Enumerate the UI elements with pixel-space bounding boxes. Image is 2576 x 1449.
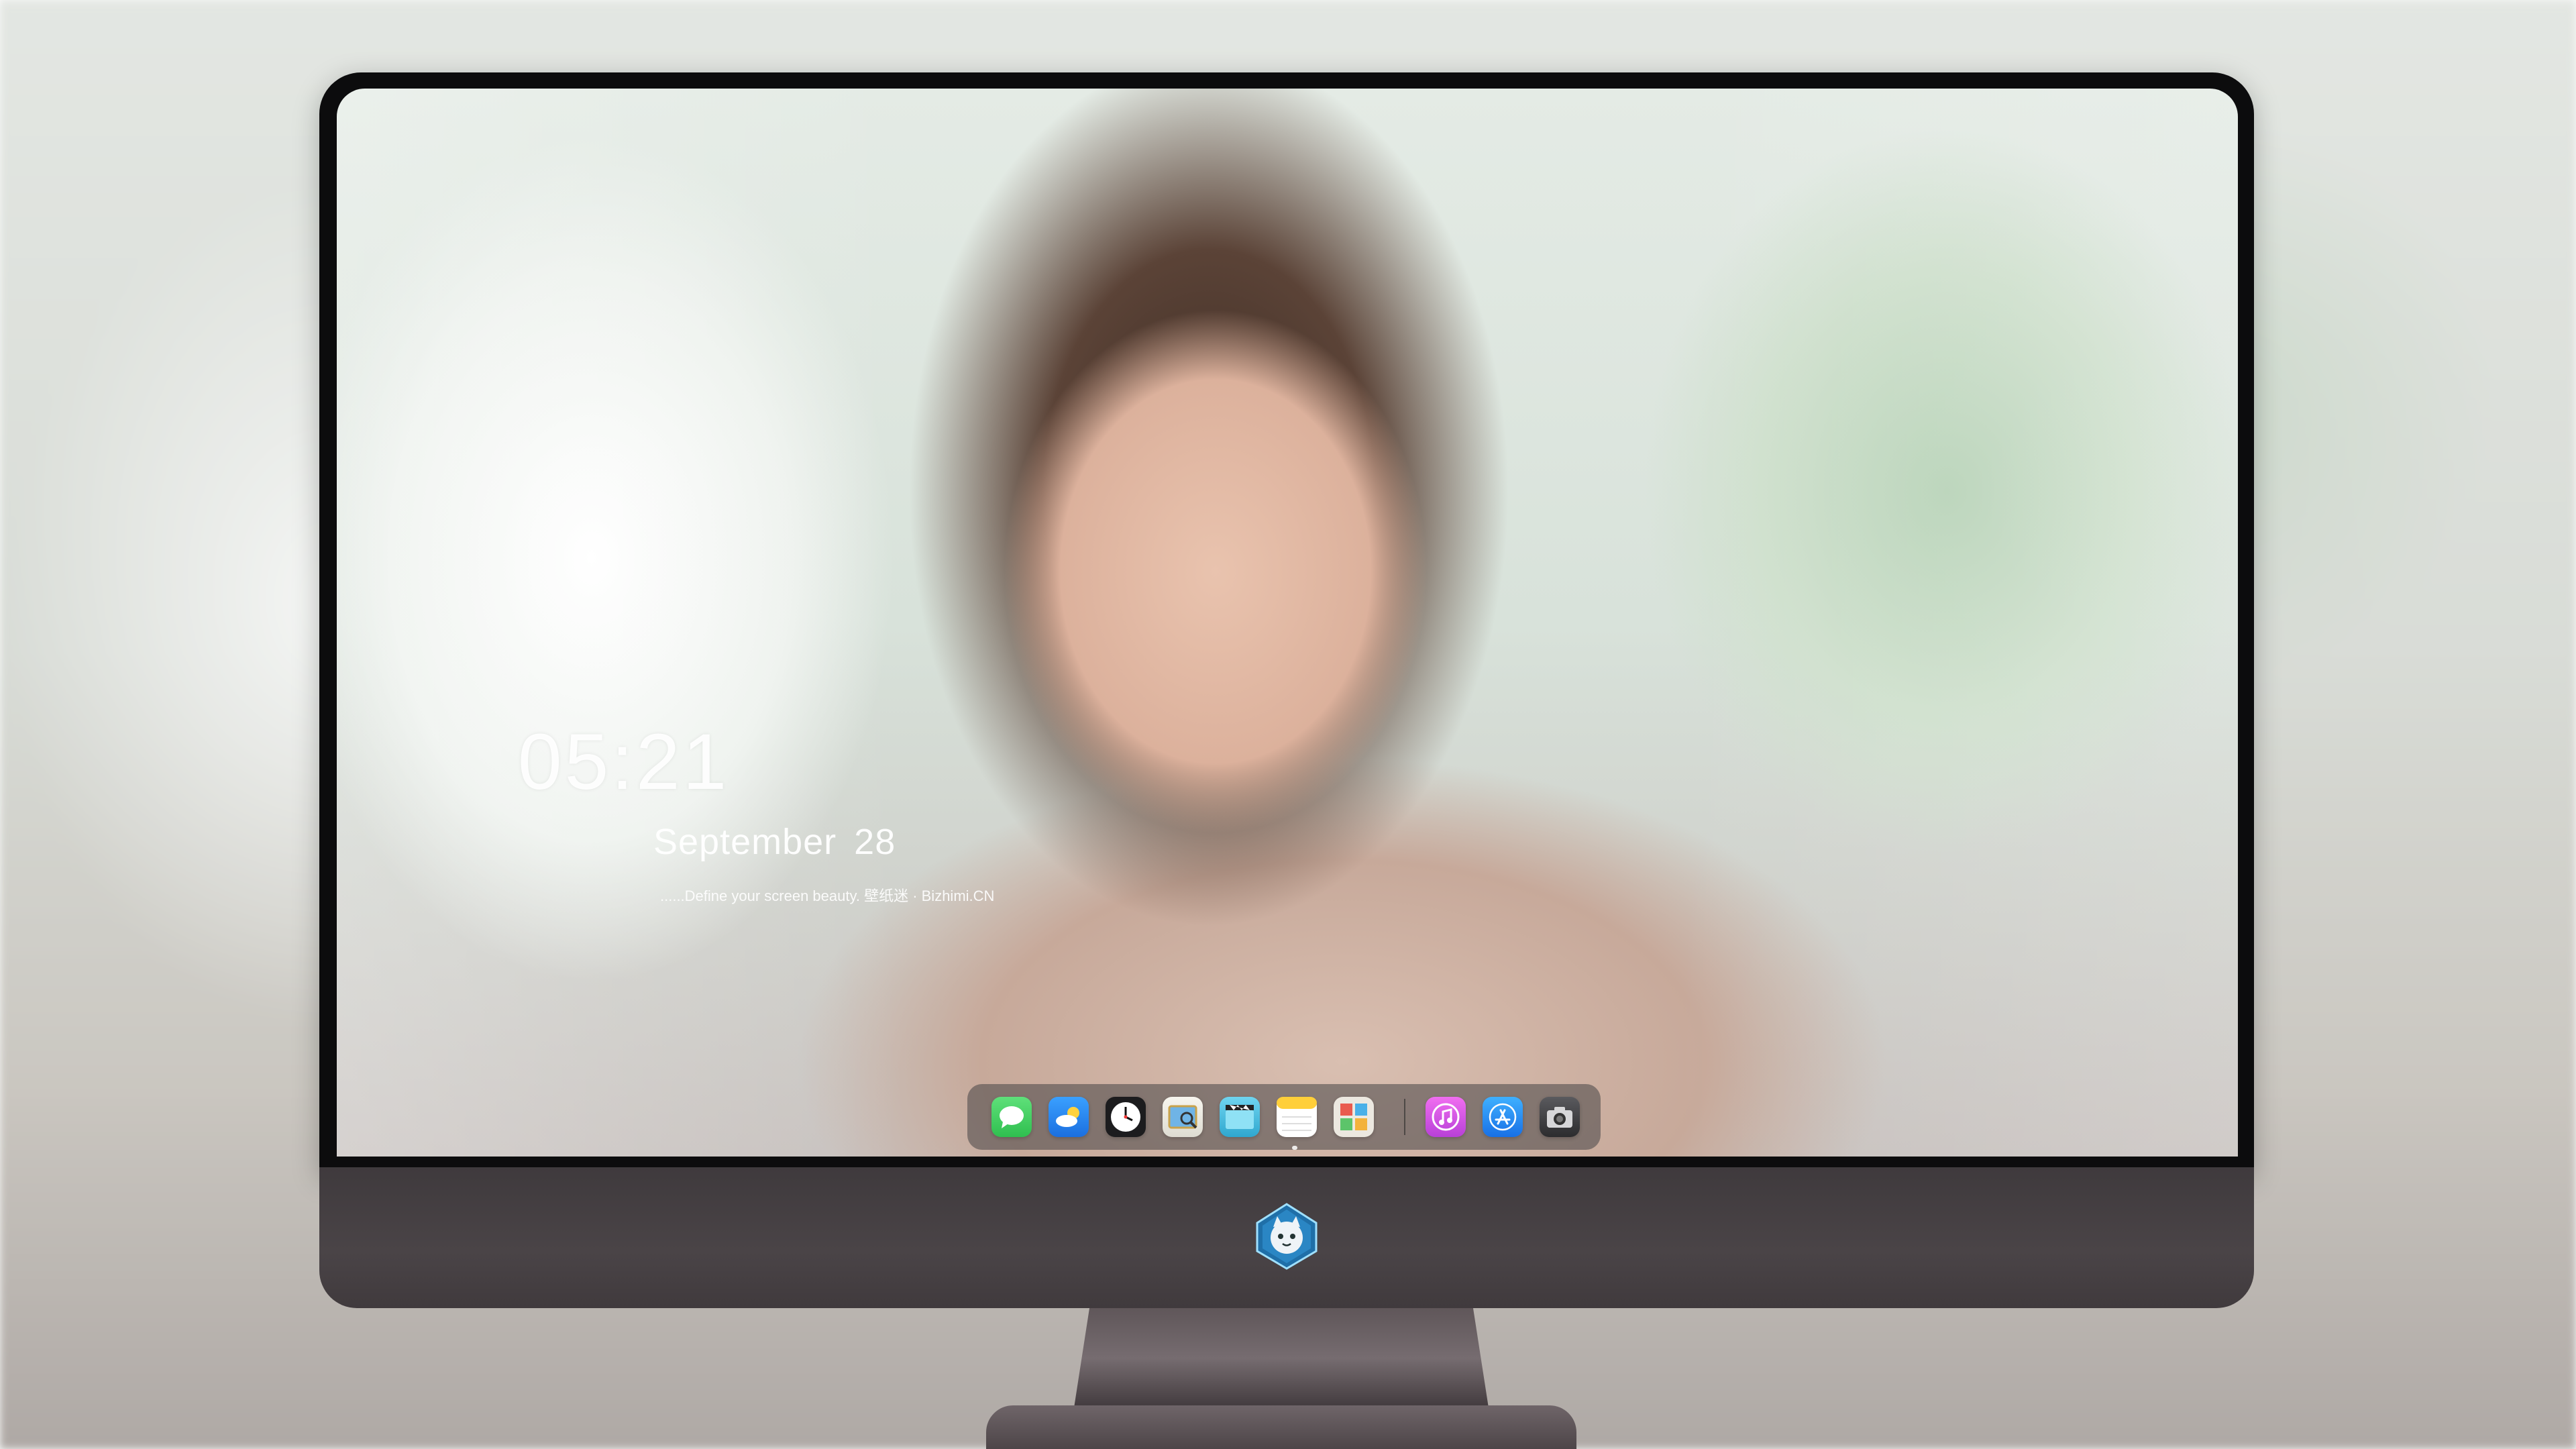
lockscreen-time: 05:21	[518, 718, 730, 806]
notes-icon[interactable]	[1277, 1097, 1317, 1137]
final-cut-icon[interactable]	[1220, 1097, 1260, 1137]
monitor: 05:21 September 28 ......Define your scre…	[319, 72, 2254, 1308]
lockscreen-date: September 28	[653, 821, 896, 863]
dock	[967, 1084, 1601, 1150]
monitor-stand-base	[986, 1405, 1576, 1449]
date-day: 28	[854, 822, 896, 862]
itunes-icon[interactable]	[1426, 1097, 1466, 1137]
monitor-stand-neck	[1073, 1305, 1489, 1412]
screen-wallpaper	[337, 89, 2238, 1157]
wallpaper-light-overlay	[337, 89, 2238, 1157]
dock-active-indicator	[1292, 1146, 1297, 1150]
preview-icon[interactable]	[1163, 1097, 1203, 1137]
wallpaper-tagline: ......Define your screen beauty. 壁纸迷 · B…	[660, 888, 995, 904]
date-month: September	[653, 822, 837, 862]
weather-icon[interactable]	[1049, 1097, 1089, 1137]
photo-booth-icon[interactable]	[1334, 1097, 1374, 1137]
app-store-icon[interactable]	[1483, 1097, 1523, 1137]
dock-separator	[1404, 1099, 1405, 1135]
camera-icon[interactable]	[1540, 1097, 1580, 1137]
mascot-logo-icon	[1256, 1203, 1318, 1270]
clock-icon[interactable]	[1106, 1097, 1146, 1137]
messages-icon[interactable]	[991, 1097, 1032, 1137]
